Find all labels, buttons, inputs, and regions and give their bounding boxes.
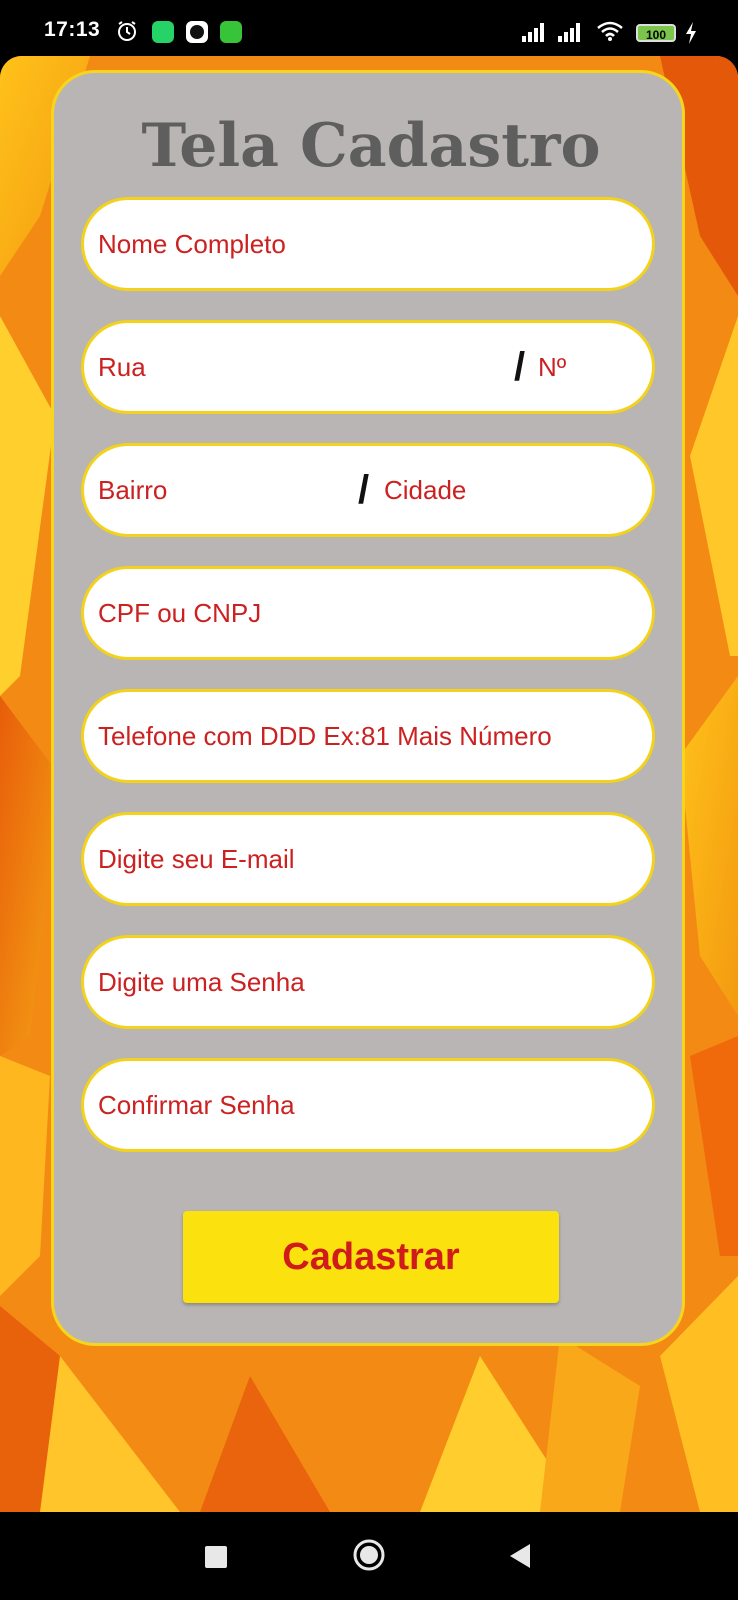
wifi-icon: [597, 21, 623, 41]
password-placeholder: Digite uma Senha: [98, 967, 305, 997]
password-field[interactable]: Digite uma Senha: [81, 935, 655, 1029]
navigation-bar: [0, 1512, 738, 1600]
separator: /: [514, 345, 526, 389]
name-placeholder: Nome Completo: [98, 229, 286, 259]
clock: 17:13: [44, 18, 101, 41]
status-bar: 17:13 100: [0, 0, 738, 56]
address-field[interactable]: Rua / Nº: [81, 320, 655, 414]
number-placeholder: Nº: [538, 352, 567, 382]
register-card: Tela Cadastro Nome Completo Rua / Nº Bai…: [51, 70, 685, 1346]
recents-icon[interactable]: [205, 1546, 227, 1568]
separator: /: [358, 468, 370, 512]
phone-placeholder: Telefone com DDD Ex:81 Mais Número: [98, 721, 552, 751]
phone-field[interactable]: Telefone com DDD Ex:81 Mais Número: [81, 689, 655, 783]
alarm-icon: [118, 21, 136, 41]
cpf-placeholder: CPF ou CNPJ: [98, 598, 262, 628]
battery-icon: 100: [636, 24, 676, 42]
android-icon: [220, 21, 242, 43]
city-placeholder: Cidade: [384, 475, 467, 505]
email-field[interactable]: Digite seu E-mail: [81, 812, 655, 906]
charging-icon: [686, 22, 696, 44]
confirm-password-placeholder: Confirmar Senha: [98, 1090, 295, 1120]
district-city-field[interactable]: Bairro / Cidade: [81, 443, 655, 537]
whatsapp-icon: [152, 21, 174, 43]
page-title: Tela Cadastro: [141, 111, 601, 181]
street-placeholder: Rua: [98, 352, 146, 382]
home-icon[interactable]: [352, 1538, 386, 1572]
signal-icon: [558, 23, 580, 42]
cpf-cnpj-field[interactable]: CPF ou CNPJ: [81, 566, 655, 660]
district-placeholder: Bairro: [98, 475, 168, 505]
app-icon: [186, 21, 208, 43]
register-button[interactable]: Cadastrar: [183, 1211, 559, 1303]
back-icon[interactable]: [508, 1542, 532, 1570]
confirm-password-field[interactable]: Confirmar Senha: [81, 1058, 655, 1152]
signal-icon: [522, 23, 544, 42]
email-placeholder: Digite seu E-mail: [98, 844, 295, 874]
name-field[interactable]: Nome Completo: [81, 197, 655, 291]
